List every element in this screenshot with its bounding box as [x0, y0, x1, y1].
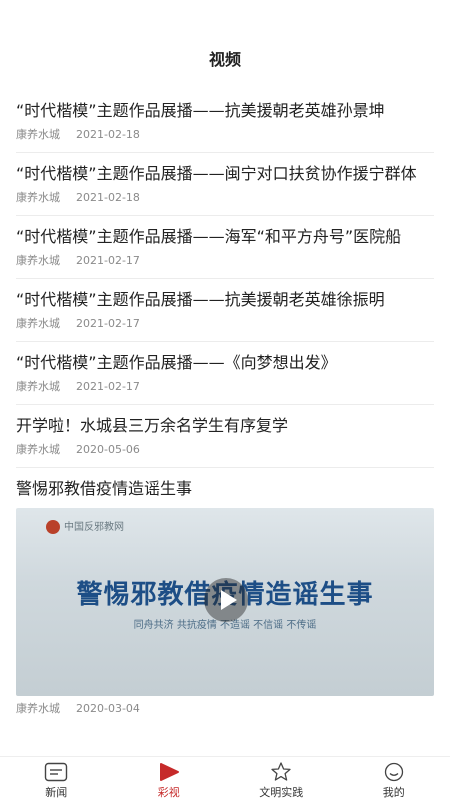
item-source: 康养水城 — [16, 128, 60, 141]
bottom-tab-bar: 新闻 彩视 文明实践 我的 — [0, 756, 450, 801]
list-item[interactable]: “时代楷模”主题作品展播——抗美援朝老英雄孙景坤 康养水城 2021-02-18 — [16, 90, 434, 153]
item-meta: 康养水城 2021-02-17 — [16, 252, 434, 268]
item-meta: 康养水城 2021-02-18 — [16, 189, 434, 205]
item-source: 康养水城 — [16, 443, 60, 456]
tab-label: 我的 — [338, 784, 450, 800]
star-icon — [225, 762, 338, 782]
item-source: 康养水城 — [16, 317, 60, 330]
item-source: 康养水城 — [16, 254, 60, 267]
list-item[interactable]: “时代楷模”主题作品展播——抗美援朝老英雄徐振明 康养水城 2021-02-17 — [16, 279, 434, 342]
item-title: “时代楷模”主题作品展播——闽宁对口扶贫协作援宁群体 — [16, 163, 434, 185]
list-item[interactable]: “时代楷模”主题作品展播——海军“和平方舟号”医院船 康养水城 2021-02-1… — [16, 216, 434, 279]
item-date: 2021-02-17 — [76, 380, 140, 393]
tab-label: 新闻 — [0, 784, 113, 800]
thumbnail-logo: 中国反邪教网 — [46, 518, 124, 534]
video-thumbnail[interactable]: 中国反邪教网 警惕邪教借疫情造谣生事 同舟共济 共抗疫情 不造谣 不信谣 不传谣 — [16, 508, 434, 696]
item-date: 2021-02-17 — [76, 317, 140, 330]
item-date: 2020-05-06 — [76, 443, 140, 456]
news-icon — [0, 762, 113, 782]
tab-label: 彩视 — [113, 784, 226, 800]
list-item[interactable]: “时代楷模”主题作品展播——《向梦想出发》 康养水城 2021-02-17 — [16, 342, 434, 405]
page-header: 视频 — [0, 0, 450, 90]
tab-label: 文明实践 — [225, 784, 338, 800]
item-source: 康养水城 — [16, 380, 60, 393]
item-meta: 康养水城 2021-02-17 — [16, 378, 434, 394]
tab-video[interactable]: 彩视 — [113, 757, 226, 801]
item-source: 康养水城 — [16, 702, 60, 715]
item-title: 警惕邪教借疫情造谣生事 — [16, 478, 434, 500]
item-title: “时代楷模”主题作品展播——抗美援朝老英雄孙景坤 — [16, 100, 434, 122]
item-source: 康养水城 — [16, 191, 60, 204]
item-meta: 康养水城 2021-02-18 — [16, 126, 434, 142]
item-date: 2021-02-18 — [76, 191, 140, 204]
item-title: 开学啦！水城县三万余名学生有序复学 — [16, 415, 434, 437]
logo-icon — [46, 520, 60, 534]
play-icon[interactable] — [204, 578, 248, 622]
item-meta: 康养水城 2020-03-04 — [16, 700, 434, 716]
list-item[interactable]: 开学啦！水城县三万余名学生有序复学 康养水城 2020-05-06 — [16, 405, 434, 468]
video-list: “时代楷模”主题作品展播——抗美援朝老英雄孙景坤 康养水城2021-02-18 … — [16, 90, 434, 726]
item-date: 2020-03-04 — [76, 702, 140, 715]
item-meta: 康养水城 2020-05-06 — [16, 441, 434, 457]
item-title: “时代楷模”主题作品展播——《向梦想出发》 — [16, 352, 434, 374]
page-title: 视频 — [0, 46, 450, 70]
item-title: “时代楷模”主题作品展播——抗美援朝老英雄徐振明 — [16, 289, 434, 311]
video-play-icon — [113, 762, 226, 782]
list-item[interactable]: “时代楷模”主题作品展播——闽宁对口扶贫协作援宁群体 康养水城 2021-02-1… — [16, 153, 434, 216]
video-list-item[interactable]: 警惕邪教借疫情造谣生事 中国反邪教网 警惕邪教借疫情造谣生事 同舟共济 共抗疫情… — [16, 468, 434, 726]
item-date: 2021-02-18 — [76, 128, 140, 141]
tab-civilization-practice[interactable]: 文明实践 — [225, 757, 338, 801]
item-title: “时代楷模”主题作品展播——海军“和平方舟号”医院船 — [16, 226, 434, 248]
item-date: 2021-02-17 — [76, 254, 140, 267]
item-meta: 康养水城 2021-02-17 — [16, 315, 434, 331]
smile-profile-icon — [338, 762, 450, 782]
tab-news[interactable]: 新闻 — [0, 757, 113, 801]
tab-mine[interactable]: 我的 — [338, 757, 450, 801]
